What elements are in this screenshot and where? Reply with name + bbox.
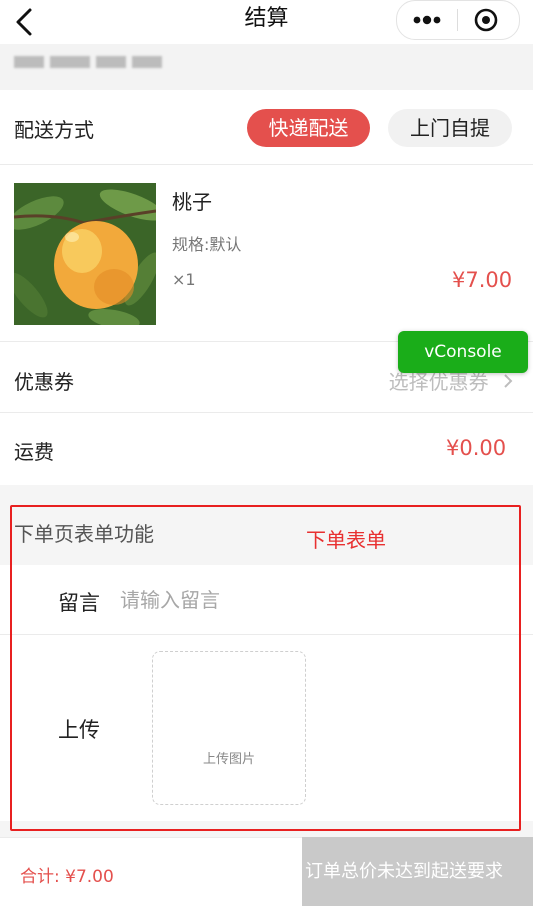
mini-program-capsule xyxy=(396,0,520,40)
shipping-fee: ¥0.00 xyxy=(446,436,507,460)
message-input[interactable] xyxy=(120,583,500,617)
section-gap xyxy=(0,485,533,507)
product-price: ¥7.00 xyxy=(452,268,513,292)
more-dots-icon xyxy=(413,15,441,25)
product-name: 桃子 xyxy=(172,190,212,214)
close-mini-program-button[interactable] xyxy=(458,1,518,39)
vconsole-button[interactable]: vConsole xyxy=(398,331,528,373)
form-heading: 下单页表单功能 xyxy=(14,522,154,546)
product-spec: 规格:默认 xyxy=(172,235,242,254)
form-annotation: 下单表单 xyxy=(306,528,386,552)
submit-order-button[interactable]: 订单总价未达到起送要求 xyxy=(302,837,533,906)
divider xyxy=(0,412,533,413)
order-total: 合计: ¥7.00 xyxy=(20,867,114,887)
divider xyxy=(0,634,533,635)
blurred-address xyxy=(132,56,162,68)
blurred-address xyxy=(14,56,44,68)
coupon-label: 优惠券 xyxy=(14,370,74,394)
delivery-option-express[interactable]: 快递配送 xyxy=(247,109,370,147)
more-button[interactable] xyxy=(397,1,457,39)
divider xyxy=(0,164,533,165)
blurred-address xyxy=(96,56,126,68)
shipping-label: 运费 xyxy=(14,440,54,464)
upload-hint: 上传图片 xyxy=(202,752,255,767)
select-coupon-text: 选择优惠券 xyxy=(388,370,489,394)
upload-label: 上传 xyxy=(58,718,100,742)
message-label: 留言 xyxy=(58,591,100,615)
blurred-address xyxy=(50,56,90,68)
delivery-option-pickup[interactable]: 上门自提 xyxy=(388,109,512,147)
upload-image-button[interactable]: 上传图片 xyxy=(152,651,306,805)
delivery-label: 配送方式 xyxy=(14,118,94,142)
section-gap xyxy=(0,821,533,837)
product-quantity: ×1 xyxy=(172,270,196,289)
target-circle-icon xyxy=(474,8,498,32)
product-image xyxy=(14,183,156,325)
chevron-right-icon xyxy=(504,374,513,388)
